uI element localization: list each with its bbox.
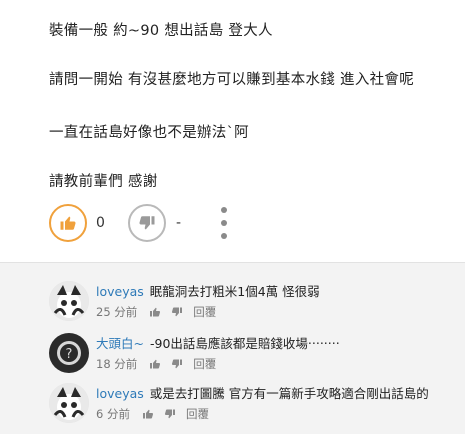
comment-text: 眠龍洞去打粗米1個4萬 怪很弱 — [149, 284, 320, 299]
avatar[interactable]: ? — [49, 333, 89, 373]
comment-header: loveyas 眠龍洞去打粗米1個4萬 怪很弱 — [96, 281, 320, 300]
comment-like-button[interactable] — [149, 306, 161, 318]
comment-item: loveyas 或是去打圖騰 官方有一篇新手攻略適合剛出話島的 6 分前 回覆 — [0, 379, 465, 431]
comment-text: 或是去打圖騰 官方有一篇新手攻略適合剛出話島的 — [149, 386, 429, 401]
avatar[interactable] — [49, 281, 89, 321]
thumbs-down-icon — [172, 307, 183, 317]
post-text-line: 請問一開始 有沒甚麼地方可以賺到基本水錢 進入社會呢 — [49, 72, 415, 88]
comment-section: loveyas 眠龍洞去打粗米1個4萬 怪很弱 25 分前 回覆 ? 大頭白~ -9… — [0, 262, 465, 434]
comment-meta: 18 分前 回覆 — [96, 356, 216, 372]
thumbs-up-icon — [60, 216, 76, 230]
post-text-line: 裝備一般 約~90 想出話島 登大人 — [49, 23, 273, 39]
thumbs-up-icon — [142, 409, 154, 419]
comment-like-button[interactable] — [149, 358, 161, 370]
reply-button[interactable]: 回覆 — [186, 406, 209, 422]
thumbs-up-icon — [150, 359, 161, 369]
like-button[interactable] — [49, 204, 87, 242]
comment-dislike-button[interactable] — [164, 408, 176, 420]
thumbs-down-icon — [172, 359, 183, 369]
post-text-line: 一直在話島好像也不是辦法`阿 — [49, 125, 249, 141]
comment-author[interactable]: loveyas — [96, 284, 144, 299]
like-count: 0 — [96, 215, 105, 231]
post-body: 裝備一般 約~90 想出話島 登大人 請問一開始 有沒甚麼地方可以賺到基本水錢 … — [0, 0, 465, 262]
more-options-icon[interactable] — [219, 207, 229, 239]
dislike-button[interactable] — [128, 204, 166, 242]
comment-header: 大頭白~ -90出話島應該都是賠錢收場‧‧‧‧‧‧‧‧ — [96, 333, 340, 352]
comment-item: ? 大頭白~ -90出話島應該都是賠錢收場‧‧‧‧‧‧‧‧ 18 分前 回覆 — [0, 329, 465, 381]
comment-author[interactable]: 大頭白~ — [96, 336, 144, 351]
svg-text:?: ? — [66, 347, 73, 362]
comment-dislike-button[interactable] — [171, 358, 183, 370]
post-text-line: 請教前輩們 感謝 — [49, 174, 158, 190]
comment-author[interactable]: loveyas — [96, 386, 144, 401]
comment-item: loveyas 眠龍洞去打粗米1個4萬 怪很弱 25 分前 回覆 — [0, 277, 465, 329]
thumbs-down-icon — [164, 409, 175, 419]
reply-button[interactable]: 回覆 — [193, 304, 216, 320]
comment-time: 18 分前 — [96, 357, 138, 371]
avatar[interactable] — [49, 383, 89, 423]
comment-like-button[interactable] — [142, 408, 154, 420]
comment-meta: 6 分前 回覆 — [96, 406, 209, 422]
reply-button[interactable]: 回覆 — [193, 356, 216, 372]
thumbs-up-icon — [150, 307, 161, 317]
comment-time: 6 分前 — [96, 407, 130, 421]
dislike-count: - — [176, 215, 182, 231]
thumbs-down-icon — [139, 216, 155, 230]
comment-text: -90出話島應該都是賠錢收場‧‧‧‧‧‧‧‧ — [149, 336, 340, 351]
comment-time: 25 分前 — [96, 305, 138, 319]
comment-meta: 25 分前 回覆 — [96, 304, 216, 320]
comment-dislike-button[interactable] — [171, 306, 183, 318]
comment-header: loveyas 或是去打圖騰 官方有一篇新手攻略適合剛出話島的 — [96, 383, 429, 402]
